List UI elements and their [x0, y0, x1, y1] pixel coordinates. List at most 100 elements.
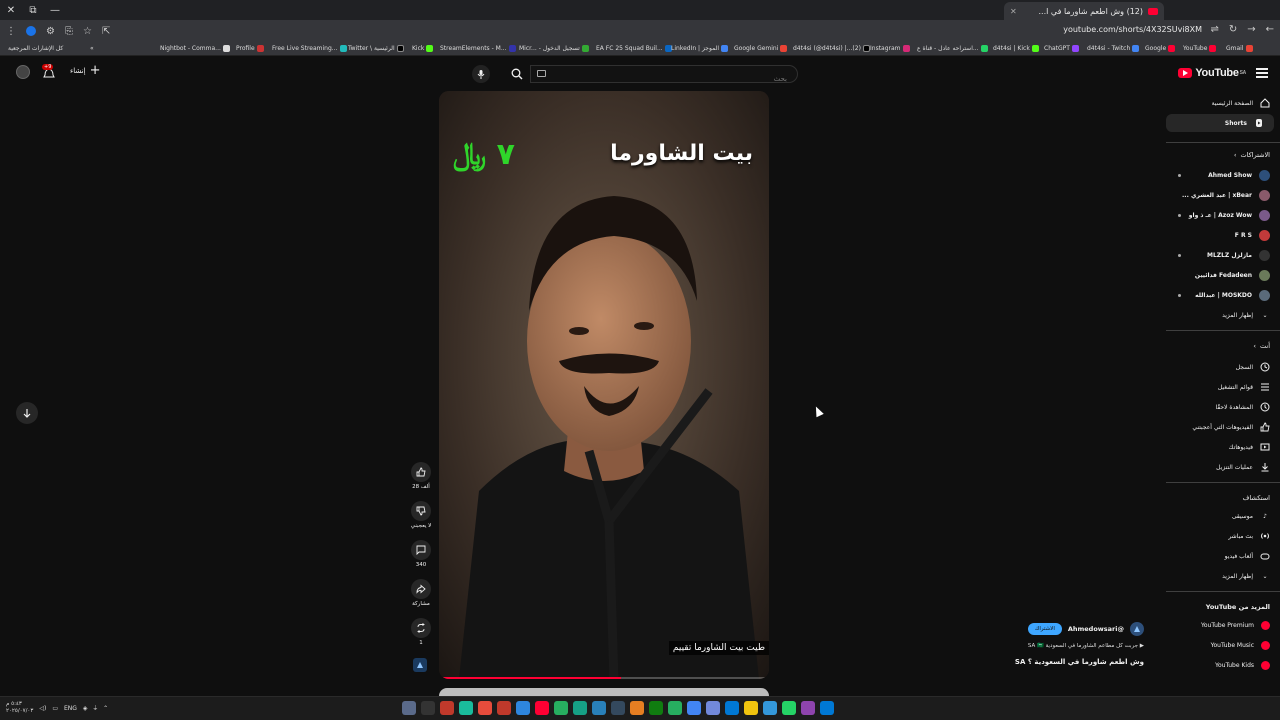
app-icon[interactable] [573, 701, 587, 715]
bookmark-item[interactable]: EA FC 25 Squad Buil... [596, 45, 672, 52]
taskbar-clock[interactable]: ٥:٤٣ م ٢٠٢٥/٠٧/٠٣ [6, 701, 33, 715]
sidebar-item-subscription[interactable]: xBear | عبد العشري ... [1172, 186, 1280, 204]
sidebar-item-subscription[interactable]: Azoz Wow | عـ ذ واو [1172, 206, 1280, 224]
app-icon[interactable] [459, 701, 473, 715]
speaker-icon[interactable]: ◁) [39, 705, 46, 712]
app-icon[interactable] [497, 701, 511, 715]
keyboard-icon[interactable] [537, 70, 546, 77]
bookmark-item[interactable]: d4t4si (@d4t4si) |...(2) [793, 45, 870, 52]
sidebar-item-youtube-music[interactable]: YouTube Music [1172, 636, 1280, 654]
shorts-video-player[interactable]: بيت الشاورما ٧ ﷼ طيت بيت الشاورما تقييم [439, 91, 769, 679]
notifications-button[interactable]: +9 [42, 64, 56, 80]
like-button[interactable]: 28 ألف [408, 462, 434, 490]
tray-chevron-icon[interactable]: ⌃ [103, 705, 108, 712]
you-heading[interactable]: أنت › [1253, 342, 1270, 350]
short-description[interactable]: ▶ جربت كل مطاعم الشاورما في السعودية SA … [1028, 643, 1144, 649]
bookmark-item[interactable]: Free Live Streaming... [272, 45, 347, 52]
sidebar-item-history[interactable]: السجل [1172, 358, 1280, 376]
video-progress-bar[interactable] [439, 677, 769, 679]
sidebar-show-more[interactable]: ⌄ إظهار المزيد [1172, 306, 1280, 324]
create-button[interactable]: إنشاء + [70, 64, 100, 77]
sidebar-item-subscription[interactable]: Ahmed Show [1172, 166, 1280, 184]
sidebar-item-home[interactable]: الصفحة الرئيسية [1172, 94, 1280, 112]
minimize-window-icon[interactable]: — [44, 0, 66, 20]
url-field[interactable]: youtube.com/shorts/4X32SUvi8XM [1063, 25, 1202, 34]
bookmark-item[interactable]: Gmail [1226, 45, 1253, 52]
sidebar-item-subscription[interactable]: F R S [1172, 226, 1280, 244]
account-avatar[interactable] [16, 65, 30, 79]
sidebar-item-subscription[interactable]: مازلزل MLZLZ [1172, 246, 1280, 264]
sidebar-item-downloads[interactable]: عمليات التنزيل [1172, 458, 1280, 476]
youtube-logo[interactable]: YouTube SA [1178, 67, 1246, 79]
sidebar-item-playlists[interactable]: قوائم التشغيل [1172, 378, 1280, 396]
youtube-app-icon[interactable] [535, 701, 549, 715]
bookmark-item[interactable]: استراحه عادل - قناة ع... [917, 45, 988, 52]
subscriptions-heading[interactable]: الاشتراكات › [1234, 151, 1270, 159]
browser-tab[interactable]: (12) وش اطعم شاورما في ا... ✕ [1004, 2, 1164, 20]
brave-app-icon[interactable] [630, 701, 644, 715]
voice-search-button[interactable] [472, 65, 490, 83]
sidebar-item-subscription[interactable]: MOSKDO | عبدالله [1172, 286, 1280, 304]
bookmark-all[interactable]: كل الإشارات المرجعية [8, 45, 63, 52]
bookmark-item[interactable]: Profile [236, 45, 264, 52]
sidebar-item-subscription[interactable]: Fedadeen فدائيين [1172, 266, 1280, 284]
comments-button[interactable]: 340 [408, 540, 434, 568]
bookmark-item[interactable]: StreamElements - M... [440, 45, 516, 52]
shield-icon[interactable]: ◈ [83, 705, 88, 712]
sidebar-item-your-videos[interactable]: فيديوهاتك [1172, 438, 1280, 456]
tab-search-icon[interactable]: ⎘ [65, 26, 73, 37]
share-button[interactable]: مشاركة [408, 579, 434, 607]
bookmark-item[interactable]: LinkedIn | الموجز [671, 45, 729, 52]
profile-icon[interactable] [26, 26, 36, 36]
sidebar-item-youtube-premium[interactable]: YouTube Premium [1172, 616, 1280, 634]
guide-menu-icon[interactable] [1256, 68, 1268, 78]
discord-app-icon[interactable] [706, 701, 720, 715]
app-icon[interactable] [763, 701, 777, 715]
next-short-button[interactable] [16, 402, 38, 424]
close-window-icon[interactable]: ✕ [0, 0, 22, 20]
terminal-app-icon[interactable] [421, 701, 435, 715]
reload-icon[interactable]: ↻ [1229, 24, 1237, 35]
app-icon[interactable] [668, 701, 682, 715]
remix-button[interactable]: 1 [408, 618, 434, 646]
file-explorer-icon[interactable] [744, 701, 758, 715]
app-icon[interactable] [516, 701, 530, 715]
app-icon[interactable] [478, 701, 492, 715]
channel-thumbnail-icon[interactable] [413, 658, 427, 672]
sidebar-item-shorts[interactable]: Shorts [1166, 114, 1274, 132]
close-tab-icon[interactable]: ✕ [1010, 7, 1017, 16]
sidebar-item-music[interactable]: ♪ موسيقى [1172, 507, 1280, 525]
store-app-icon[interactable] [725, 701, 739, 715]
steam-app-icon[interactable] [611, 701, 625, 715]
bookmark-item[interactable]: ChatGPT [1044, 45, 1079, 52]
whatsapp-app-icon[interactable] [782, 701, 796, 715]
bookmark-item[interactable]: Instagram [870, 45, 910, 52]
chrome-app-icon[interactable] [687, 701, 701, 715]
menu-dots-icon[interactable]: ⋮ [6, 26, 16, 37]
back-icon[interactable]: ← [1266, 24, 1274, 35]
bookmark-item[interactable]: d4t4si - Twitch [1087, 45, 1140, 52]
bookmarks-overflow-icon[interactable]: « [90, 45, 94, 52]
network-icon[interactable]: ▭ [52, 705, 58, 712]
extensions-icon[interactable]: ⚙ [46, 26, 55, 37]
bookmark-item[interactable]: Twitter \ الرئيسية [348, 45, 404, 52]
dislike-button[interactable]: لا يعجبني [408, 501, 434, 529]
app-icon[interactable] [592, 701, 606, 715]
opera-app-icon[interactable] [440, 701, 454, 715]
bookmark-item[interactable]: YouTube [1183, 45, 1217, 52]
share-page-icon[interactable]: ⇱ [102, 26, 110, 37]
sidebar-item-live[interactable]: بث مباشر [1172, 527, 1280, 545]
sidebar-item-watch-later[interactable]: المشاهدة لاحقًا [1172, 398, 1280, 416]
sidebar-item-youtube-kids[interactable]: YouTube Kids [1172, 656, 1280, 674]
settings-app-icon[interactable] [402, 701, 416, 715]
app-icon[interactable] [801, 701, 815, 715]
channel-avatar[interactable] [1130, 622, 1144, 636]
forward-icon[interactable]: → [1247, 24, 1255, 35]
bookmark-item[interactable]: Micr... - تسجيل الدخول [519, 45, 589, 52]
bookmark-item[interactable]: Google [1145, 45, 1176, 52]
bookmark-star-icon[interactable]: ☆ [83, 26, 92, 37]
mic-icon[interactable]: ⍊ [94, 704, 98, 712]
maximize-window-icon[interactable]: ⧉ [22, 0, 44, 20]
language-indicator[interactable]: ENG [64, 705, 77, 712]
short-title[interactable]: وش اطعم شاورما في السعودية ؟ SA [1015, 658, 1144, 666]
